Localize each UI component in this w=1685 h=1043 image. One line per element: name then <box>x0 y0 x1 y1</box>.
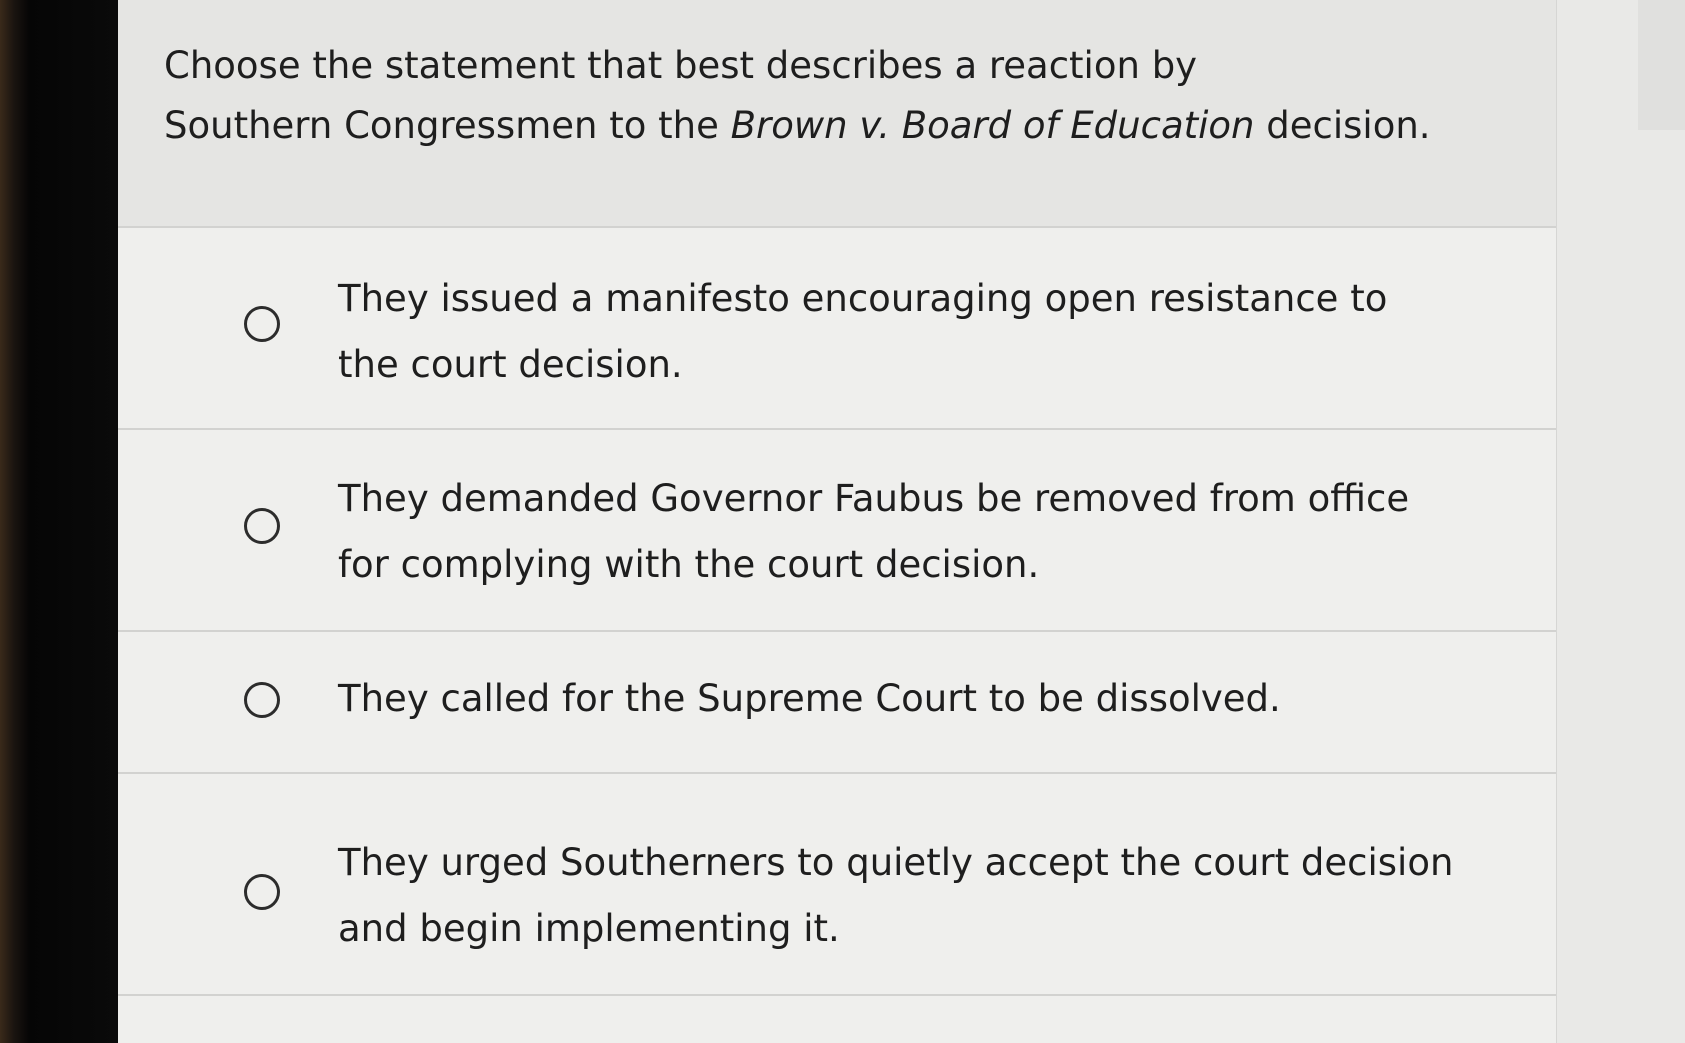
question-line2-end: decision. <box>1254 104 1431 147</box>
question-panel: Choose the statement that best describes… <box>118 0 1557 1043</box>
answer-option-1[interactable]: They issued a manifesto encouraging open… <box>118 228 1556 430</box>
question-line2-start: Southern Congressmen to the <box>164 104 731 147</box>
question-line1: Choose the statement that best describes… <box>164 44 1198 87</box>
question-text: Choose the statement that best describes… <box>164 36 1464 156</box>
answer-option-2[interactable]: They demanded Governor Faubus be removed… <box>118 430 1556 632</box>
answer-option-4[interactable]: They urged Southerners to quietly accept… <box>118 774 1556 996</box>
answer-option-label: They urged Southerners to quietly accept… <box>338 841 1454 950</box>
radio-button-icon[interactable] <box>244 874 280 910</box>
answer-option-label: They issued a manifesto encouraging open… <box>338 277 1388 386</box>
answer-option-label: They called for the Supreme Court to be … <box>338 677 1281 720</box>
monitor-bezel <box>0 0 118 1043</box>
answer-option-label: They demanded Governor Faubus be removed… <box>338 477 1410 586</box>
question-header: Choose the statement that best describes… <box>118 0 1556 228</box>
radio-button-icon[interactable] <box>244 306 280 342</box>
radio-button-icon[interactable] <box>244 508 280 544</box>
case-name: Brown v. Board of Education <box>730 104 1255 147</box>
radio-button-icon[interactable] <box>244 682 280 718</box>
screen: Choose the statement that best describes… <box>118 0 1685 1043</box>
answer-option-3[interactable]: They called for the Supreme Court to be … <box>118 632 1556 774</box>
side-panel-edge <box>1638 0 1685 130</box>
